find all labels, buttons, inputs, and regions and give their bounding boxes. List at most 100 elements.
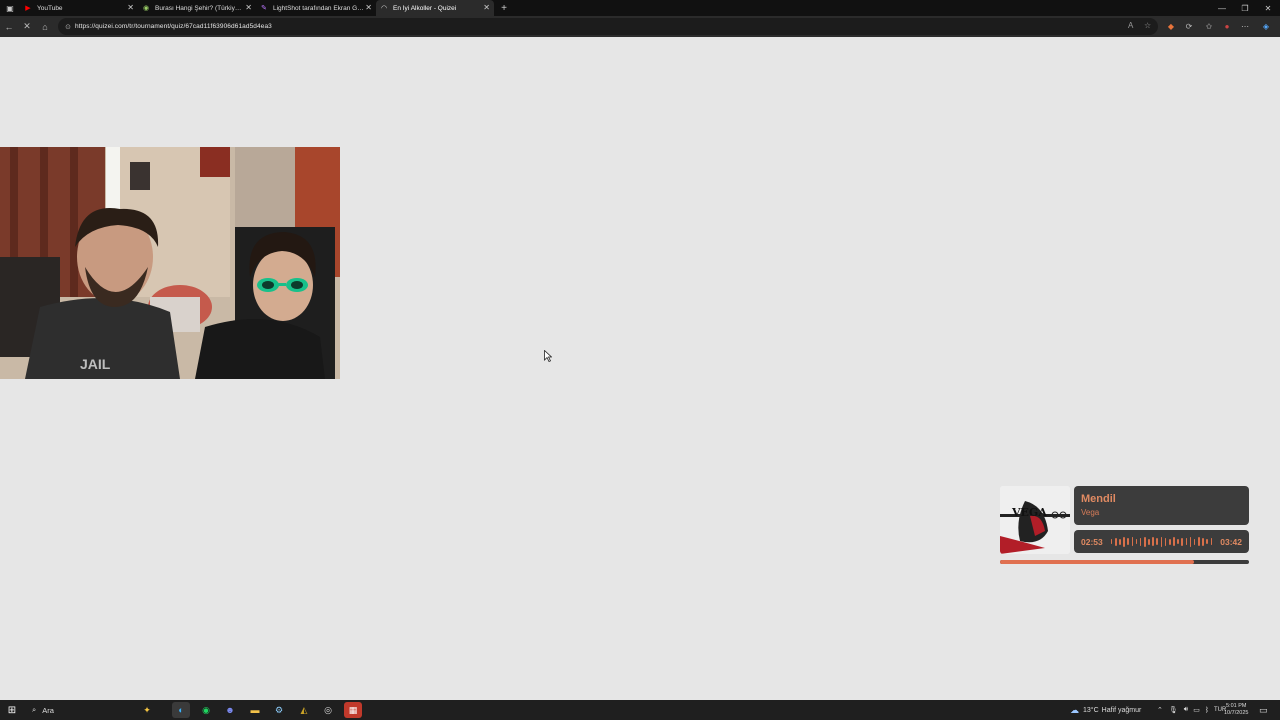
steam-icon[interactable]: ⚙ [270, 702, 288, 718]
waveform-bar [1193, 538, 1196, 545]
minimize-icon[interactable]: — [1211, 0, 1233, 16]
playback-panel: 02:53 03:42 [1074, 530, 1249, 553]
tab-youtube[interactable]: ▶ YouTube ✕ [20, 0, 138, 16]
waveform-bar [1189, 536, 1192, 547]
tab-quiz-city[interactable]: ◉ Burası Hangi Şehir? (Türkiye) - Q ✕ [138, 0, 256, 16]
back-icon[interactable]: ← [0, 18, 18, 36]
tab-label: YouTube [37, 4, 63, 12]
more-menu-icon[interactable]: ⋯ [1238, 19, 1252, 33]
volume-icon[interactable]: 🔊︎ [1184, 706, 1188, 714]
waveform-bar [1164, 537, 1167, 546]
waveform-bar [1185, 538, 1188, 545]
mouse-cursor-icon [544, 350, 552, 362]
total-duration: 03:42 [1220, 536, 1242, 547]
taskbar-search[interactable]: ⌕ Ara [24, 700, 124, 720]
tab-lightshot[interactable]: ✎ LightShot tarafından Ekran Görü ✕ [256, 0, 376, 16]
obs-icon[interactable]: ◎ [319, 702, 337, 718]
lightshot-icon: ✎ [261, 5, 267, 12]
bluetooth-icon[interactable]: ᛒ [1205, 707, 1209, 714]
taskbar-app-icon[interactable]: ▦ [344, 702, 362, 718]
search-icon: ⌕ [32, 705, 37, 714]
close-tab-icon[interactable]: ✕ [127, 3, 134, 12]
waveform-bar [1181, 537, 1183, 546]
close-window-icon[interactable]: ✕ [1257, 0, 1279, 16]
quizei-icon: ◉ [142, 5, 150, 12]
favorites-icon[interactable]: ✩ [1202, 19, 1216, 33]
waveform-bar [1144, 536, 1146, 547]
restore-icon[interactable]: ❐ [1234, 0, 1256, 16]
waveform-bar [1210, 538, 1213, 545]
tab-actions-icon[interactable]: ▣ [0, 0, 20, 16]
notifications-icon[interactable]: ▭ [1259, 700, 1268, 720]
waveform-bar [1168, 538, 1171, 545]
waveform-bar [1198, 537, 1200, 546]
browser-toolbar: ← ✕ ⌂ ⊙ https://quizei.com/tr/tournament… [0, 16, 1280, 37]
youtube-icon: ▶ [25, 5, 31, 12]
loading-icon: ◠ [380, 5, 388, 12]
new-tab-button[interactable]: + [494, 0, 514, 16]
clock[interactable]: 5:01 PM 10/7/2025 [1224, 700, 1248, 720]
url-text[interactable]: https://quizei.com/tr/tournament/quiz/67… [75, 23, 272, 30]
weather-temp: 13°C [1083, 706, 1099, 714]
playback-progress-bar [1000, 560, 1249, 564]
refresh-extension-icon[interactable]: ⟳ [1182, 19, 1196, 33]
discord-icon[interactable]: ☻ [221, 702, 239, 718]
tab-quizei-alkoller[interactable]: ◠ En İyi Alkoller - Quizei ✕ [376, 0, 494, 16]
waveform-bar [1160, 536, 1163, 547]
tab-label: En İyi Alkoller - Quizei [393, 4, 457, 12]
weather-desc: Hafif yağmur [1101, 706, 1142, 714]
waveform-bar [1173, 537, 1175, 546]
network-icon[interactable]: ▭ [1193, 706, 1200, 714]
stop-loading-icon[interactable]: ✕ [18, 18, 36, 36]
waveform-bar [1135, 539, 1138, 544]
browser-titlebar: ▣ ▶ YouTube ✕ ◉ Burası Hangi Şehir? (Tür… [0, 0, 1280, 16]
chevron-up-icon[interactable]: ⌃ [1157, 706, 1163, 714]
waveform-bar [1123, 536, 1125, 547]
microphone-icon[interactable]: 🎙︎ [1169, 706, 1178, 714]
copilot-sparkle-icon[interactable]: ✦ [138, 702, 156, 718]
waveform-bar [1206, 539, 1208, 544]
waveform-bar [1127, 538, 1129, 545]
waveform-bar [1114, 537, 1117, 546]
tab-label: Burası Hangi Şehir? (Türkiye) - Q [155, 4, 243, 12]
search-label: Ara [42, 705, 54, 715]
extension-icon[interactable]: ◆ [1164, 19, 1178, 33]
home-icon[interactable]: ⌂ [36, 18, 54, 36]
album-art: VEGA [1000, 486, 1070, 554]
clock-time: 5:01 PM [1225, 703, 1247, 709]
file-explorer-icon[interactable]: ▬ [246, 702, 264, 718]
edge-browser-icon[interactable]: ◐ [172, 702, 190, 718]
cloud-rain-icon: ☁ [1070, 704, 1079, 715]
close-tab-icon[interactable]: ✕ [365, 3, 372, 12]
clock-date: 10/7/2025 [1224, 710, 1249, 716]
game-launcher-icon[interactable]: ◭ [295, 702, 313, 718]
start-menu-icon[interactable]: ⊞ [0, 700, 24, 720]
playback-progress-fill [1000, 560, 1195, 564]
now-playing-widget: VEGA Mendil Vega 02:53 03:42 [1000, 486, 1250, 566]
waveform-bar [1202, 537, 1204, 546]
copilot-icon[interactable]: ◈ [1259, 19, 1273, 33]
site-info-icon[interactable]: ⊙ [61, 23, 75, 31]
windows-taskbar: ⊞ ⌕ Ara ✦ ◐ ◉ ☻ ▬ ⚙ ◭ ◎ ▦ ☁ 13°C Hafif y… [0, 700, 1280, 720]
webcam-overlay: JAIL [0, 147, 340, 379]
waveform-bar [1110, 539, 1113, 544]
favorite-star-icon[interactable]: ☆ [1144, 21, 1151, 30]
close-tab-icon[interactable]: ✕ [245, 3, 252, 12]
waveform-bar [1148, 538, 1150, 545]
audio-waveform [1110, 536, 1213, 547]
svg-text:JAIL: JAIL [80, 356, 111, 372]
profile-icon[interactable]: ● [1220, 19, 1234, 33]
waveform-bar [1156, 538, 1159, 545]
track-info-panel: Mendil Vega [1074, 486, 1249, 525]
waveform-bar [1119, 538, 1121, 545]
tab-label: LightShot tarafından Ekran Görü [273, 4, 365, 12]
album-art-text: VEGA [1011, 506, 1047, 519]
waveform-bar [1131, 537, 1134, 546]
webcam-feed: JAIL [0, 147, 340, 379]
waveform-bar [1139, 537, 1142, 546]
address-bar[interactable]: ⊙ https://quizei.com/tr/tournament/quiz/… [58, 18, 1158, 35]
close-tab-icon[interactable]: ✕ [483, 3, 490, 12]
spotify-icon[interactable]: ◉ [197, 702, 215, 718]
weather-widget[interactable]: ☁ 13°C Hafif yağmur [1070, 700, 1141, 720]
read-aloud-icon[interactable]: A [1128, 21, 1133, 30]
